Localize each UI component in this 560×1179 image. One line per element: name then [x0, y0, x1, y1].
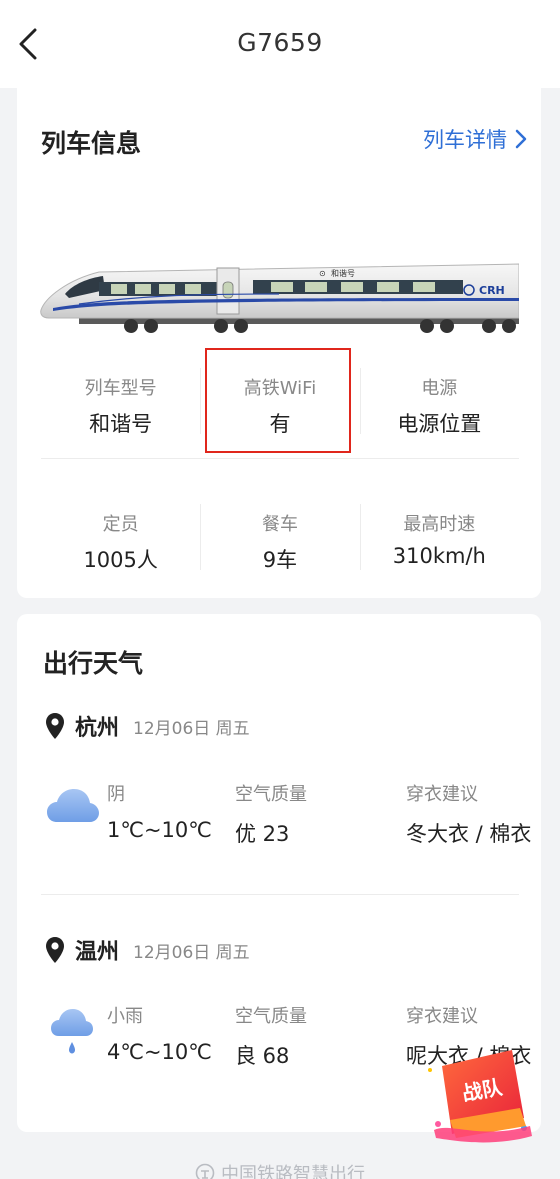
air-quality-value: 良 68: [235, 1044, 290, 1068]
dress-advice-col: 穿衣建议 冬大衣 / 棉衣: [406, 780, 531, 848]
location-pin-icon: [46, 713, 64, 739]
svg-text:⊙: ⊙: [319, 269, 326, 278]
weather-condition-col: 阴 1℃~10℃: [107, 780, 212, 842]
top-bar: G7659: [0, 0, 560, 88]
city-date: 12月06日 周五: [133, 942, 250, 963]
divider: [41, 894, 519, 895]
temperature-value: 4℃~10℃: [107, 1040, 212, 1064]
train-model-value: 和谐号: [89, 412, 153, 436]
air-quality-col: 空气质量 良 68: [235, 1002, 307, 1070]
dining-car-value: 9车: [262, 548, 298, 572]
train-model-label: 列车型号: [84, 378, 157, 399]
divider: [41, 458, 519, 459]
max-speed-cell: 最高时速 310km/h: [359, 496, 519, 586]
dining-car-cell: 餐车 9车: [200, 496, 359, 586]
air-quality-col: 空气质量 优 23: [235, 780, 307, 848]
dress-advice-label: 穿衣建议: [406, 784, 478, 805]
train-detail-label: 列车详情: [423, 128, 507, 152]
city-name: 温州: [75, 940, 120, 965]
city-name: 杭州: [75, 716, 120, 741]
temperature-value: 1℃~10℃: [107, 818, 212, 842]
dress-advice-label: 穿衣建议: [406, 1006, 478, 1027]
city-header-hangzhou: 杭州 12月06日 周五: [45, 710, 250, 742]
weather-title: 出行天气: [43, 649, 144, 678]
highlight-box: [205, 348, 351, 453]
train-image: ⊙ 和谐号 CRH: [40, 263, 519, 333]
railway-logo-icon: [195, 1163, 215, 1179]
condition-label: 阴: [107, 784, 125, 805]
capacity-label: 定员: [102, 514, 139, 535]
air-quality-label: 空气质量: [235, 784, 307, 805]
city-header-wenzhou: 温州 12月06日 周五: [45, 934, 250, 966]
train-info-card: 列车信息 列车详情 ⊙ 和谐号 CRH 列车型号 和谐号 高铁WiFi 有 电源…: [17, 88, 541, 598]
weather-condition-col: 小雨 4℃~10℃: [107, 1002, 212, 1064]
train-logo-text: 和谐号: [331, 268, 355, 278]
page-title: G7659: [237, 28, 323, 57]
capacity-value: 1005人: [83, 548, 158, 572]
max-speed-value: 310km/h: [392, 544, 486, 568]
city-date: 12月06日 周五: [133, 718, 250, 739]
capacity-cell: 定员 1005人: [41, 496, 200, 586]
max-speed-label: 最高时速: [403, 514, 476, 535]
footer-brand: 中国铁路智慧出行: [0, 1160, 560, 1179]
air-quality-value: 优 23: [235, 822, 290, 846]
power-value: 电源位置: [397, 412, 482, 436]
train-model-cell: 列车型号 和谐号: [41, 360, 200, 450]
chevron-right-icon: [515, 129, 527, 149]
dining-car-label: 餐车: [261, 514, 298, 535]
promo-badge[interactable]: 战队: [420, 1030, 540, 1152]
footer-text: 中国铁路智慧出行: [221, 1164, 365, 1179]
train-specs-row-2: 定员 1005人 餐车 9车 最高时速 310km/h: [41, 496, 519, 586]
train-detail-link[interactable]: 列车详情: [423, 124, 527, 154]
air-quality-label: 空气质量: [235, 1006, 307, 1027]
power-cell[interactable]: 电源 电源位置: [359, 360, 519, 450]
light-rain-icon: [51, 1009, 93, 1054]
condition-label: 小雨: [107, 1006, 143, 1027]
cloudy-icon: [47, 789, 99, 822]
power-label: 电源: [421, 378, 458, 399]
train-info-title: 列车信息: [41, 129, 142, 158]
dress-advice-value: 冬大衣 / 棉衣: [406, 822, 532, 846]
location-pin-icon: [46, 937, 64, 963]
crh-logo-text: CRH: [479, 284, 505, 297]
